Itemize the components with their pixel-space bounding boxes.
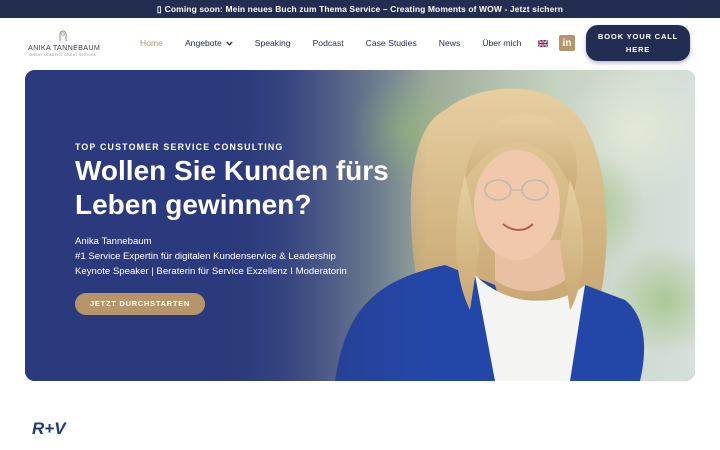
hero-banner: TOP CUSTOMER SERVICE CONSULTING Wollen S… xyxy=(25,70,695,381)
cta-button[interactable]: JETZT DURCHSTARTEN xyxy=(75,293,206,315)
nav-item-speaking[interactable]: Speaking xyxy=(255,38,291,48)
logo-name: ANIKA TANNEBAUM xyxy=(28,43,101,52)
logo-tagline: GREAT LEADERS GREAT SERVICE xyxy=(29,53,97,57)
hero-headline: Wollen Sie Kunden fürs Leben gewinnen? xyxy=(75,155,389,220)
announcement-bar[interactable]: ▯ Coming soon: Mein neues Buch zum Thema… xyxy=(0,0,720,18)
brand-logo[interactable]: ANIKA TANNEBAUM GREAT LEADERS GREAT SERV… xyxy=(28,28,101,64)
nav-item-podcast[interactable]: Podcast xyxy=(313,38,344,48)
site-header: ANIKA TANNEBAUM GREAT LEADERS GREAT SERV… xyxy=(0,18,720,70)
hero-content: TOP CUSTOMER SERVICE CONSULTING Wollen S… xyxy=(75,142,405,315)
hero-eyebrow: TOP CUSTOMER SERVICE CONSULTING xyxy=(75,142,284,152)
client-logo-rv: R+V xyxy=(32,419,67,437)
hero-subline: Anika Tannebaum #1 Service Expertin für … xyxy=(75,234,405,279)
main-nav: Home Angebote Speaking Podcast Case Stud… xyxy=(140,18,543,68)
linkedin-icon[interactable]: in xyxy=(559,35,575,51)
nav-item-angebote[interactable]: Angebote xyxy=(185,38,233,48)
svg-text:R+V: R+V xyxy=(32,419,67,437)
nav-item-home[interactable]: Home xyxy=(140,38,163,48)
nav-item-ueber-mich[interactable]: Über mich xyxy=(482,38,521,48)
hero-title: #1 Service Expertin für digitalen Kunden… xyxy=(75,251,336,262)
logo-mark-icon xyxy=(59,30,67,41)
nav-item-news[interactable]: News xyxy=(439,38,461,48)
hero-roles: Keynote Speaker | Beraterin für Service … xyxy=(75,266,347,277)
megaphone-icon: ▯ xyxy=(156,3,162,14)
book-call-button[interactable]: BOOK YOUR CALL HERE xyxy=(586,25,690,61)
uk-flag-icon[interactable] xyxy=(538,40,548,47)
announcement-text[interactable]: Coming soon: Mein neues Buch zum Thema S… xyxy=(165,4,563,14)
chevron-down-icon xyxy=(226,41,233,46)
hero-name: Anika Tannebaum xyxy=(75,236,152,247)
nav-item-case-studies[interactable]: Case Studies xyxy=(366,38,417,48)
